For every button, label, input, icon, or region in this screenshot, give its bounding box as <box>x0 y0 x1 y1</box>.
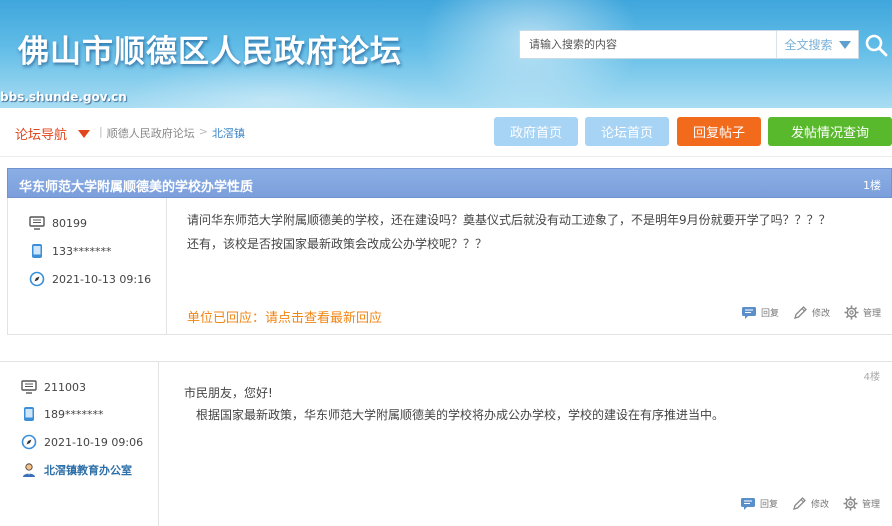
user-id: 80199 <box>52 216 87 230</box>
gear-icon <box>844 305 859 320</box>
phone-row: 133******* <box>29 243 112 259</box>
post-content: 市民朋友，您好! 根据国家最新政策，华东师范大学附属顺德美的学校将办成公办学校，… <box>184 382 724 426</box>
post-title-bar: 华东师范大学附属顺德美的学校办学性质 1楼 <box>7 168 892 198</box>
divider <box>0 156 892 157</box>
phone-icon <box>29 243 45 259</box>
gov-home-button[interactable]: 政府首页 <box>494 117 578 146</box>
edit-label: 修改 <box>812 309 831 319</box>
manage-label: 管理 <box>863 309 882 319</box>
pencil-icon <box>793 497 806 510</box>
reply-label: 回复 <box>760 500 779 510</box>
breadcrumb-forum-link[interactable]: 顺德人民政府论坛 <box>107 125 195 141</box>
post-line: 市民朋友，您好! <box>184 386 273 400</box>
edit-action[interactable]: 修改 <box>792 496 829 511</box>
search-icon[interactable] <box>864 33 888 57</box>
user-id-row: 80199 <box>29 215 87 231</box>
floor-number: 1楼 <box>863 179 881 192</box>
monitor-icon <box>29 215 45 231</box>
search-type-select[interactable]: 全文搜索 <box>776 31 858 58</box>
department-row: 北滘镇教育办公室 <box>21 462 132 478</box>
chevron-down-icon <box>838 40 851 49</box>
post-meta-column: 211003 189******* 2021-10-19 09:06 北滘镇教育… <box>0 362 159 526</box>
post-date: 2021-10-19 09:06 <box>44 435 144 449</box>
edit-action[interactable]: 修改 <box>793 305 830 320</box>
comment-icon <box>742 306 756 319</box>
post-actions: 回复 修改 管理 <box>740 496 880 511</box>
triangle-down-icon <box>78 129 91 138</box>
breadcrumb-separator: > <box>198 125 208 138</box>
comment-icon <box>741 497 755 510</box>
post-2: 211003 189******* 2021-10-19 09:06 北滘镇教育… <box>0 361 892 526</box>
monitor-icon <box>21 379 37 395</box>
post-actions: 回复 修改 管理 <box>741 305 881 320</box>
user-id-row: 211003 <box>21 379 86 395</box>
post-date: 2021-10-13 09:16 <box>52 272 152 286</box>
user-icon <box>21 462 37 478</box>
date-row: 2021-10-13 09:16 <box>29 271 151 287</box>
post-status-query-button[interactable]: 发帖情况查询 <box>768 117 892 146</box>
department-name: 北滘镇教育办公室 <box>44 464 132 477</box>
phone-row: 189******* <box>21 406 104 422</box>
search-box: 全文搜索 <box>519 30 859 59</box>
site-title: 佛山市顺德区人民政府论坛 <box>18 34 402 70</box>
edit-label: 修改 <box>811 500 830 510</box>
search-type-label: 全文搜索 <box>784 38 833 52</box>
reply-action[interactable]: 回复 <box>740 497 778 511</box>
breadcrumb: | 顺德人民政府论坛 > 北滘镇 <box>99 125 245 141</box>
post-content: 请问华东师范大学附属顺德美的学校，还在建设吗？奠基仪式后就没有动工迹象了，不是明… <box>187 208 831 256</box>
manage-action[interactable]: 管理 <box>844 305 881 320</box>
forum-home-button[interactable]: 论坛首页 <box>585 117 669 146</box>
compass-icon <box>29 271 45 287</box>
manage-label: 管理 <box>862 500 881 510</box>
forum-nav-menu[interactable]: 论坛导航 <box>15 124 91 143</box>
reply-label: 回复 <box>761 309 780 319</box>
post-line: 请问华东师范大学附属顺德美的学校，还在建设吗？奠基仪式后就没有动工迹象了，不是明… <box>187 213 831 227</box>
official-response-link[interactable]: 单位已回应：请点击查看最新回应 <box>187 307 382 326</box>
floor-number: 4楼 <box>863 372 880 383</box>
site-domain: bbs.shunde.gov.cn <box>0 90 127 104</box>
reply-action[interactable]: 回复 <box>741 306 779 320</box>
phone-number: 189******* <box>44 407 104 421</box>
phone-icon <box>21 406 37 422</box>
phone-number: 133******* <box>52 244 112 258</box>
search-input[interactable] <box>520 31 776 58</box>
reply-post-button[interactable]: 回复帖子 <box>677 117 761 146</box>
post-line: 根据国家最新政策，华东师范大学附属顺德美的学校将办成公办学校，学校的建设在有序推… <box>196 408 725 422</box>
post-meta-column: 80199 133******* 2021-10-13 09:16 <box>8 198 167 334</box>
compass-icon <box>21 434 37 450</box>
gear-icon <box>843 496 858 511</box>
forum-nav-label: 论坛导航 <box>15 128 68 143</box>
user-id: 211003 <box>44 380 86 394</box>
post-title: 华东师范大学附属顺德美的学校办学性质 <box>19 180 254 195</box>
header-banner: 佛山市顺德区人民政府论坛 bbs.shunde.gov.cn 全文搜索 <box>0 0 892 108</box>
post-line: 还有，该校是否按国家最新政策会改成公办学校呢？？？ <box>187 237 488 251</box>
pencil-icon <box>794 306 807 319</box>
date-row: 2021-10-19 09:06 <box>21 434 143 450</box>
breadcrumb-current[interactable]: 北滘镇 <box>212 125 245 141</box>
post-1: 80199 133******* 2021-10-13 09:16 请问华东师范… <box>7 198 892 335</box>
manage-action[interactable]: 管理 <box>843 496 880 511</box>
